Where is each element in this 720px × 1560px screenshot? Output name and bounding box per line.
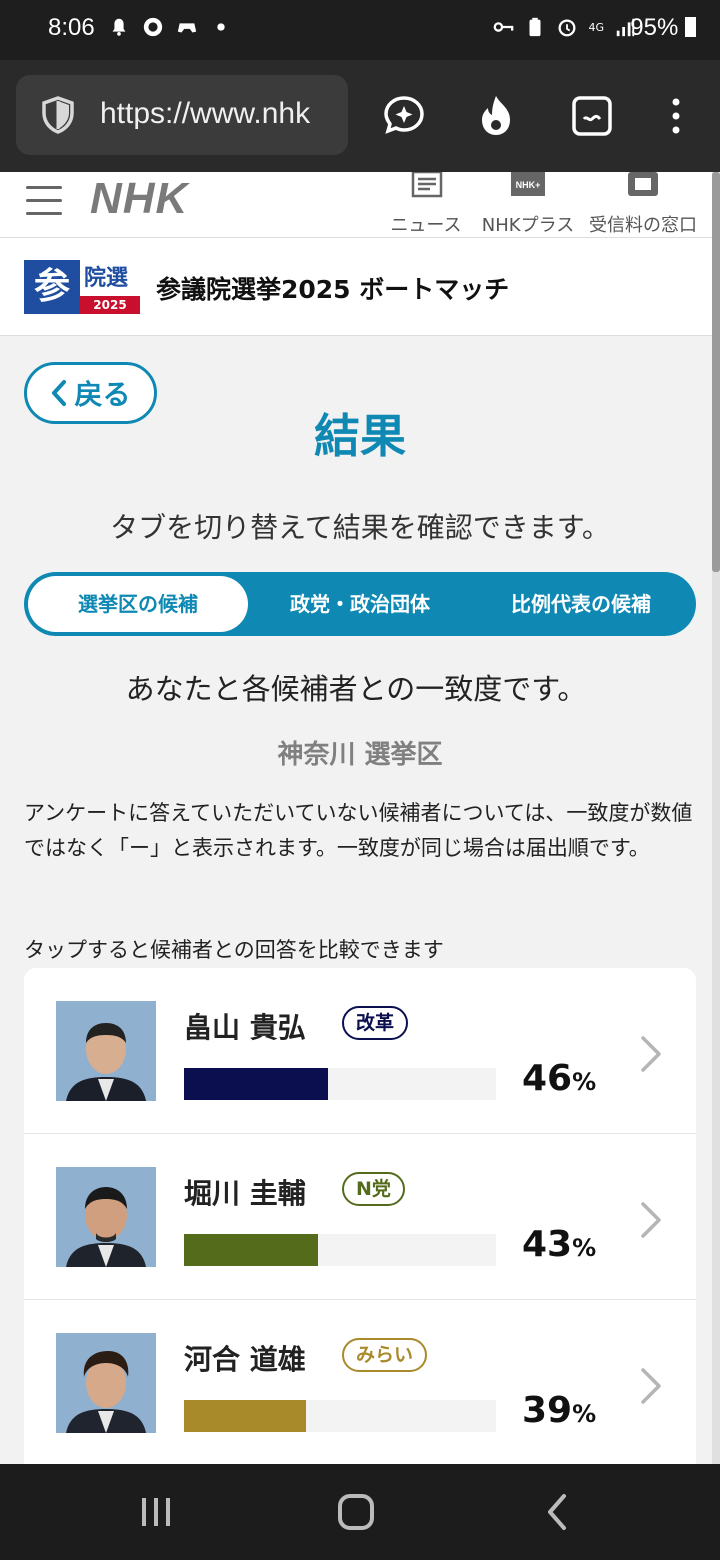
match-percent: 39% — [522, 1390, 597, 1431]
nav-fee-window[interactable]: 受信料の窓口 — [586, 172, 700, 237]
battery-icon — [685, 17, 696, 37]
alarm-icon — [558, 19, 576, 37]
badge-main: 参 — [24, 260, 80, 314]
nav-nhk-plus[interactable]: NHK+ NHKプラス — [478, 172, 578, 237]
notification-icons — [108, 16, 232, 38]
browser-toolbar: https://www.nhk — [0, 60, 720, 172]
nhk-plus-icon: NHK+ — [511, 172, 545, 196]
network-type: 4G — [588, 20, 604, 34]
svg-text:NHK+: NHK+ — [516, 180, 541, 190]
match-percent: 46% — [522, 1058, 597, 1099]
scrollbar-thumb[interactable] — [712, 172, 720, 572]
key-icon — [494, 22, 514, 32]
tap-hint: タップすると候補者との回答を比較できます — [24, 938, 444, 962]
page-title: 結果 — [314, 409, 406, 463]
candidate-photo — [56, 1167, 156, 1267]
match-bar — [184, 1068, 496, 1100]
battery-saver-icon — [529, 17, 541, 37]
system-nav-bar — [0, 1464, 720, 1560]
nav-nhk-plus-label: NHKプラス — [481, 215, 575, 236]
election-badge: 参 院選 2025 — [24, 260, 140, 314]
game-controller-icon — [177, 23, 197, 33]
party-badge: N党 — [342, 1172, 405, 1206]
candidate-photo — [56, 1001, 156, 1101]
battery-percent: 95% — [630, 14, 696, 42]
tab-proportional-candidates[interactable]: 比例代表の候補 — [484, 572, 678, 636]
menu-icon[interactable] — [26, 176, 62, 216]
tab-switcher-icon[interactable] — [568, 92, 616, 140]
candidate-row[interactable]: 堀川 圭輔 N党 43% — [24, 1134, 696, 1300]
chevron-right-icon — [641, 1202, 661, 1238]
assistant-icon[interactable] — [380, 92, 428, 140]
result-tabs: 選挙区の候補 政党・政治団体 比例代表の候補 — [24, 572, 696, 636]
site-header: NHK ニュース NHK+ NHKプラス 受信料の窓口 — [0, 170, 712, 238]
chevron-right-icon — [641, 1368, 661, 1404]
news-icon — [411, 170, 443, 198]
candidate-list: 畠山 貴弘 改革 46% 堀川 圭輔 N党 43% 河合 道雄 みらい 39% — [24, 968, 696, 1488]
back-nav-icon[interactable] — [538, 1492, 578, 1532]
match-bar-fill — [184, 1068, 328, 1100]
recent-apps-icon[interactable] — [136, 1492, 176, 1532]
tab-district-candidates[interactable]: 選挙区の候補 — [28, 576, 248, 632]
note-text: アンケートに答えていただいていない候補者については、一致度が数値ではなく「ー」と… — [24, 801, 693, 860]
status-time: 8:06 — [48, 14, 95, 41]
fee-window-icon — [628, 172, 658, 196]
tab-parties[interactable]: 政党・政治団体 — [264, 572, 456, 636]
more-icon[interactable] — [652, 92, 700, 140]
nav-news-label: ニュース — [390, 215, 462, 236]
app-notification-icon — [143, 17, 163, 37]
candidate-name: 河合 道雄 — [184, 1343, 306, 1376]
system-icons: 4G — [492, 16, 636, 38]
candidate-name: 堀川 圭輔 — [184, 1177, 306, 1210]
flame-icon[interactable] — [472, 92, 520, 140]
match-bar — [184, 1400, 496, 1432]
candidate-row[interactable]: 河合 道雄 みらい 39% — [24, 1300, 696, 1466]
shield-icon[interactable] — [38, 95, 78, 135]
match-percent: 43% — [522, 1224, 597, 1265]
badge-sub: 院選 — [84, 266, 129, 291]
match-heading: あなたと各候補者との一致度です。 — [125, 672, 587, 706]
party-badge: みらい — [342, 1338, 428, 1372]
bell-icon — [112, 18, 126, 36]
url-bar[interactable]: https://www.nhk — [16, 75, 348, 155]
badge-year: 2025 — [80, 296, 140, 314]
candidate-name: 畠山 貴弘 — [184, 1011, 306, 1044]
chevron-right-icon — [641, 1036, 661, 1072]
dot-icon — [217, 23, 225, 31]
home-icon[interactable] — [336, 1492, 376, 1532]
district-name: 神奈川 選挙区 — [277, 740, 443, 770]
instruction-text: タブを切り替えて結果を確認できます。 — [110, 511, 610, 544]
match-bar-fill — [184, 1234, 319, 1266]
candidate-row[interactable]: 畠山 貴弘 改革 46% — [24, 968, 696, 1134]
status-bar: 8:06 4G 95% — [0, 0, 720, 60]
banner-title[interactable]: 参議院選挙2025 ボートマッチ — [156, 270, 509, 306]
nhk-logo[interactable]: NHK — [90, 174, 188, 224]
scrollbar[interactable] — [712, 172, 720, 1464]
match-bar — [184, 1234, 496, 1266]
url-text[interactable]: https://www.nhk — [100, 97, 344, 131]
app-screen: 8:06 4G 95% https://www.nhk NHK ニュース NHK… — [0, 0, 720, 1560]
election-banner: 参 院選 2025 参議院選挙2025 ボートマッチ — [0, 238, 712, 336]
main-content: 戻る 結果 タブを切り替えて結果を確認できます。 選挙区の候補 政党・政治団体 … — [0, 336, 712, 1488]
party-badge: 改革 — [342, 1006, 409, 1040]
nav-fee-window-label: 受信料の窓口 — [589, 215, 697, 236]
match-bar-fill — [184, 1400, 306, 1432]
candidate-photo — [56, 1333, 156, 1433]
nav-news[interactable]: ニュース — [388, 170, 464, 237]
